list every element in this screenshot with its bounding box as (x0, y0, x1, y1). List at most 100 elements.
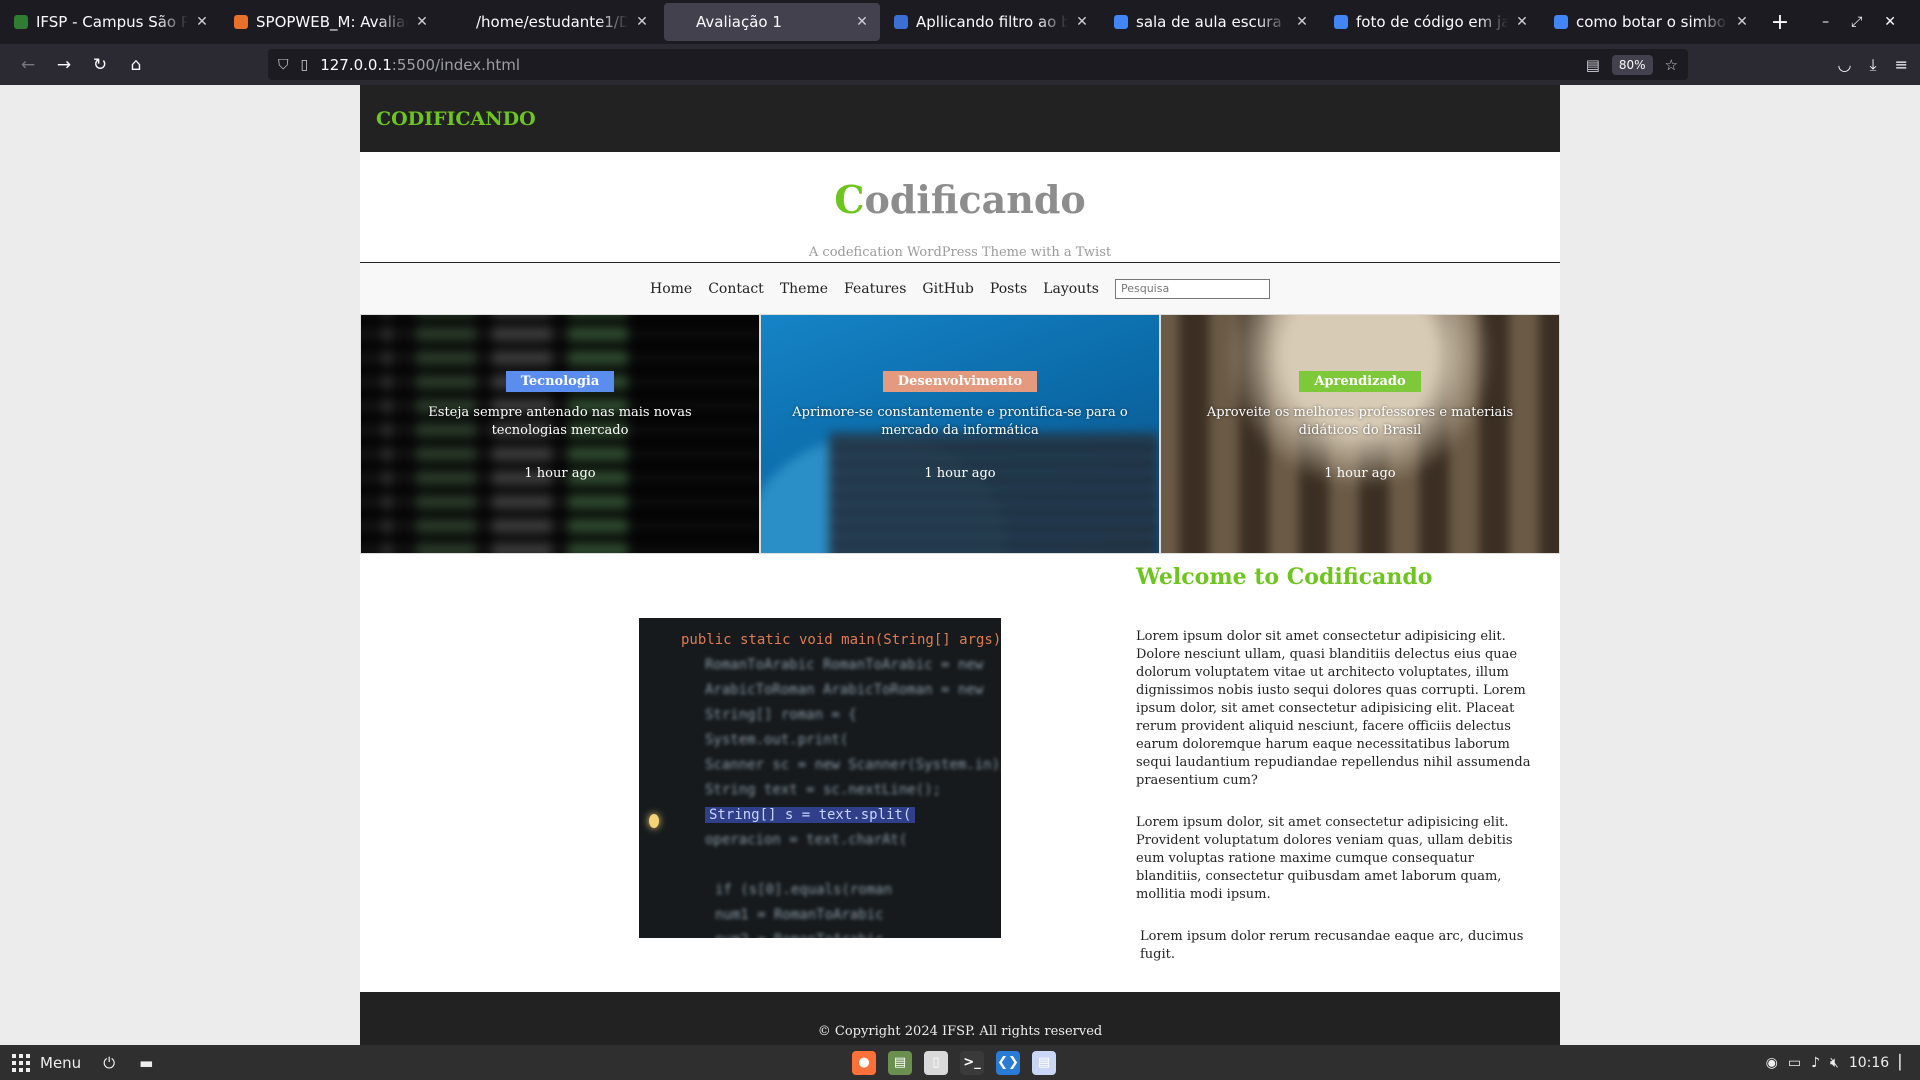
files-icon[interactable]: ▤ (888, 1050, 912, 1075)
tab-title: SPOPWEB_M: Avaliação (256, 13, 408, 31)
welcome-section: Welcome to Codificando Lorem ipsum dolor… (1136, 564, 1536, 988)
search-placeholder: Pesquisa (1120, 282, 1170, 295)
code-line-text: String text = sc.nextLine(); (705, 782, 942, 798)
tab-title: foto de código em java (1356, 13, 1508, 31)
minimize-button[interactable]: – (1822, 14, 1829, 30)
menu-github[interactable]: GitHub (922, 281, 973, 297)
reload-button[interactable]: ↻ (82, 49, 118, 81)
clock[interactable]: 10:16 (1849, 1055, 1889, 1071)
browser-tab[interactable]: SPOPWEB_M: Avaliação ✕ (224, 3, 440, 41)
document-icon[interactable]: ▤ (1032, 1050, 1056, 1075)
tab-favicon-icon (1334, 15, 1348, 29)
search-input[interactable]: Pesquisa (1114, 278, 1270, 299)
menu-posts[interactable]: Posts (990, 281, 1027, 297)
close-tab-icon[interactable]: ✕ (1074, 14, 1090, 30)
browser-tab[interactable]: /home/estudante1/Downloads ✕ (444, 3, 660, 41)
card-learning[interactable]: Aprendizado Aproveite os melhores profes… (1160, 314, 1560, 554)
site-title-rest: odificando (864, 177, 1086, 222)
close-tab-icon[interactable]: ✕ (1514, 14, 1530, 30)
site-title-initial: C (834, 177, 865, 222)
code-line-text: num2 = RomanToArabic (715, 932, 884, 938)
site-topbar: CODIFICANDO (360, 85, 1560, 152)
menu-theme[interactable]: Theme (780, 281, 828, 297)
close-window-button[interactable]: ✕ (1884, 14, 1896, 30)
volume-muted-icon[interactable]: 🔇︎ (1830, 1055, 1839, 1071)
reader-view-icon[interactable]: ▤ (1586, 56, 1600, 74)
browser-tab[interactable]: Apllicando filtro ao background ✕ (884, 3, 1100, 41)
card-time: 1 hour ago (924, 466, 996, 481)
feature-cards: Tecnologia Esteja sempre antenado nas ma… (360, 314, 1560, 554)
card-text: Esteja sempre antenado nas mais novas te… (428, 405, 692, 438)
close-tab-icon[interactable]: ✕ (854, 14, 870, 30)
card-badge[interactable]: Aprendizado (1299, 371, 1421, 392)
code-line-text: Scanner sc = new Scanner(System.in); (705, 757, 1001, 773)
tab-title: Avaliação 1 (696, 13, 782, 31)
card-development[interactable]: Desenvolvimento Aprimore-se constantemen… (760, 314, 1160, 554)
code-line-text: System.out.print( (705, 732, 849, 748)
browser-tab[interactable]: IFSP - Campus São Paulo ✕ (4, 3, 220, 41)
menu-contact[interactable]: Contact (708, 281, 764, 297)
code-line: num2 = RomanToArabic (681, 932, 1001, 938)
card-badge[interactable]: Desenvolvimento (882, 371, 1038, 392)
text-editor-icon[interactable]: ▯ (924, 1050, 948, 1075)
close-tab-icon[interactable]: ✕ (194, 14, 210, 30)
shield-icon[interactable]: ⛉ (278, 57, 289, 73)
pocket-icon[interactable]: ◡ (1838, 55, 1852, 74)
card-technology[interactable]: Tecnologia Esteja sempre antenado nas ma… (360, 314, 760, 554)
card-text: Aprimore-se constantemente e prontifica-… (792, 405, 1128, 438)
side-panel-icon[interactable]: ▏ (1899, 1055, 1910, 1071)
code-line: ArabicToRoman ArabicToRoman = new (681, 682, 1001, 707)
menu-layouts[interactable]: Layouts (1043, 281, 1099, 297)
page-icon[interactable]: ▯ (301, 57, 309, 73)
window-controls: – ⤢ ✕ (1822, 0, 1920, 44)
hamburger-menu-icon[interactable]: ≡ (1895, 55, 1908, 74)
code-line: System.out.print( (681, 732, 1001, 757)
card-text: Aproveite os melhores professores e mate… (1206, 405, 1514, 438)
paragraph: Lorem ipsum dolor, sit amet consectetur … (1136, 815, 1513, 902)
close-tab-icon[interactable]: ✕ (1734, 14, 1750, 30)
close-tab-icon[interactable]: ✕ (1294, 14, 1310, 30)
notification-bell-icon[interactable]: ♪ (1811, 1055, 1820, 1071)
vscode-icon[interactable]: ❮❯ (996, 1050, 1020, 1075)
download-icon[interactable]: ⤓ (1870, 55, 1877, 75)
new-tab-button[interactable]: + (1762, 3, 1798, 41)
system-tray: ◉ ▭ ♪ 🔇︎ 10:16 ▏ (1766, 1045, 1910, 1080)
browser-tab[interactable]: foto de código em java ✕ (1324, 3, 1540, 41)
back-button[interactable]: ← (10, 49, 46, 81)
code-line-text: ArabicToRoman ArabicToRoman = new (705, 682, 984, 698)
code-line: Scanner sc = new Scanner(System.in); (681, 757, 1001, 782)
firefox-icon[interactable]: ● (852, 1050, 876, 1075)
tab-title: sala de aula escura - Pesquisa (1136, 13, 1288, 31)
zoom-level-button[interactable]: 80% (1611, 54, 1653, 75)
tab-favicon-icon (1554, 15, 1568, 29)
forward-button[interactable]: → (46, 49, 82, 81)
eye-icon[interactable]: ◉ (1766, 1055, 1778, 1071)
code-line: RomanToArabic RomanToArabic = new (681, 657, 1001, 682)
address-bar[interactable]: ⛉ ▯ 127.0.0.1:5500/index.html ▤ 80% ☆ (268, 49, 1688, 80)
start-menu-button[interactable]: Menu ⏻ ▬ (0, 1053, 153, 1072)
light-bulb-icon (649, 814, 659, 828)
browser-tab[interactable]: como botar o simbolo de copyright ✕ (1544, 3, 1760, 41)
card-badge[interactable]: Tecnologia (505, 371, 615, 392)
arrow-right-icon: → (56, 54, 72, 75)
code-line: String[] roman = { (681, 707, 1001, 732)
menu-home[interactable]: Home (650, 281, 692, 297)
screen-icon[interactable]: ▭ (1788, 1055, 1801, 1071)
terminal-icon[interactable]: >_ (960, 1050, 984, 1075)
power-icon[interactable]: ⏻ (103, 1054, 115, 1072)
menu-features[interactable]: Features (844, 281, 906, 297)
folder-icon[interactable]: ▬ (139, 1054, 153, 1072)
browser-tab[interactable]: Avaliação 1 ✕ (664, 3, 880, 41)
start-menu-label: Menu (40, 1053, 82, 1072)
close-tab-icon[interactable]: ✕ (634, 14, 650, 30)
home-button[interactable]: ⌂ (118, 49, 154, 81)
tab-title: IFSP - Campus São Paulo (36, 13, 188, 31)
bookmark-star-icon[interactable]: ☆ (1665, 56, 1678, 74)
browser-tab[interactable]: sala de aula escura - Pesquisa ✕ (1104, 3, 1320, 41)
close-tab-icon[interactable]: ✕ (414, 14, 430, 30)
toolbar-right: ◡ ⤓ ≡ (1838, 44, 1908, 85)
topbar-brand[interactable]: CODIFICANDO (376, 108, 536, 130)
tab-favicon-icon (14, 15, 28, 29)
restore-button[interactable]: ⤢ (1851, 14, 1862, 30)
